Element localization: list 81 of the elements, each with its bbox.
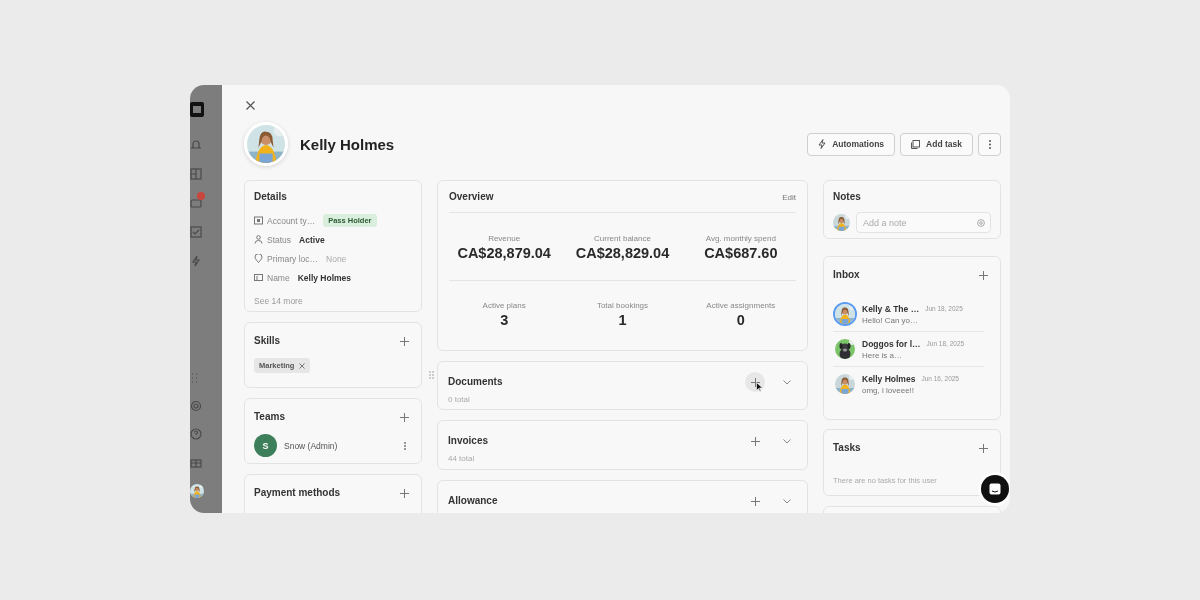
card-icon xyxy=(254,273,263,282)
gift-icon[interactable] xyxy=(190,456,202,468)
person-icon xyxy=(254,235,263,244)
field-label: Account ty… xyxy=(267,215,316,226)
add-icon xyxy=(750,436,760,446)
metric-value: CA$28,879.04 xyxy=(457,245,551,261)
metric-value: 1 xyxy=(618,312,627,328)
card-title: Overview xyxy=(449,191,494,203)
note-field[interactable]: Add a note xyxy=(856,212,991,233)
metric-value: 0 xyxy=(736,312,745,328)
metric-label: Current balance xyxy=(594,234,651,243)
section-title: Invoices xyxy=(448,435,489,447)
card-title: Payment methods xyxy=(254,487,341,499)
help-icon[interactable] xyxy=(190,428,202,440)
message-preview: omg, i loveee!! xyxy=(862,385,916,395)
section-title: Allowance xyxy=(448,495,498,507)
close-icon[interactable] xyxy=(246,101,255,110)
remove-icon[interactable] xyxy=(299,362,306,369)
card-title: Details xyxy=(254,191,288,203)
mention-icon[interactable] xyxy=(977,218,985,227)
metric-value: CA$28,829.04 xyxy=(575,245,670,261)
field-value: None xyxy=(326,253,347,264)
metric-label: Avg. monthly spend xyxy=(705,234,776,243)
message-preview: Here is a… xyxy=(862,350,903,360)
metric-label: Revenue xyxy=(488,234,521,243)
field-label: Primary loc… xyxy=(267,253,318,264)
card-title: Skills xyxy=(254,335,281,347)
add-icon xyxy=(399,336,409,346)
add-icon xyxy=(399,488,409,498)
section-title: Documents xyxy=(448,376,503,388)
add-icon xyxy=(750,496,760,506)
checklist-icon[interactable] xyxy=(190,226,202,238)
profile-name: Kelly Holmes xyxy=(300,135,395,153)
logo-icon[interactable] xyxy=(190,102,204,117)
message-preview: Hello! Can yo… xyxy=(862,315,920,325)
field-value: Active xyxy=(299,234,325,245)
field-value: Kelly Holmes xyxy=(297,272,352,283)
card-title: Teams xyxy=(254,411,285,423)
section-count: 0 total xyxy=(448,395,471,404)
add-icon xyxy=(978,270,988,280)
team-avatar: S xyxy=(254,434,277,457)
drag-handle-icon[interactable] xyxy=(429,371,434,379)
section-count: 44 total xyxy=(448,454,476,463)
field-label: Status xyxy=(267,234,292,245)
bolt-icon[interactable] xyxy=(190,255,202,267)
add-icon xyxy=(399,412,409,422)
inbox-icon[interactable] xyxy=(190,197,202,209)
more-button[interactable] xyxy=(978,132,1001,156)
task-icon xyxy=(911,139,921,149)
card-title: Inbox xyxy=(833,269,860,281)
layout-icon[interactable] xyxy=(190,168,202,180)
chevron-icon xyxy=(783,379,791,385)
gear-icon[interactable] xyxy=(190,400,202,412)
metric-label: Total bookings xyxy=(596,301,649,310)
edit-button[interactable]: Edit xyxy=(782,192,796,202)
chat-button[interactable] xyxy=(981,475,1009,503)
chevron-icon xyxy=(783,498,791,504)
add-icon xyxy=(978,443,988,453)
add-task-button[interactable]: Add task xyxy=(900,132,973,156)
card-title: Tasks xyxy=(833,442,861,454)
sender-name: Kelly Holmes xyxy=(862,373,916,384)
metric-label: Active plans xyxy=(482,301,526,310)
more-icon xyxy=(988,139,991,149)
team-name: Snow (Admin) xyxy=(284,440,338,451)
metric-value: 3 xyxy=(500,312,509,328)
add-button[interactable] xyxy=(745,372,765,392)
metric-label: Active assignments xyxy=(706,301,776,310)
add-icon xyxy=(750,377,760,387)
field-label: Name xyxy=(267,272,290,283)
cursor-icon xyxy=(756,382,763,392)
pin-icon xyxy=(254,254,263,263)
sender-name: Doggos for l… xyxy=(862,338,921,349)
chat-icon xyxy=(989,483,1001,495)
chevron-icon xyxy=(783,438,791,444)
sender-name: Kelly & The … xyxy=(862,303,920,314)
card-icon xyxy=(254,216,263,225)
card-title: Notes xyxy=(833,191,862,203)
bolt-icon xyxy=(818,139,827,149)
automations-button[interactable]: Automations xyxy=(807,132,896,156)
bell-icon[interactable] xyxy=(190,139,202,151)
metric-value: CA$687.60 xyxy=(704,245,778,261)
